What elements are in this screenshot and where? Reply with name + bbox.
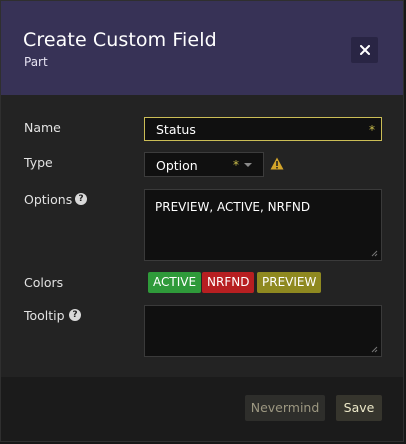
help-icon[interactable]: ? <box>69 309 81 321</box>
help-icon[interactable]: ? <box>75 193 87 205</box>
close-icon <box>359 45 370 55</box>
resize-handle-icon[interactable] <box>371 346 378 353</box>
name-value: Status <box>156 122 196 137</box>
colors-label: Colors <box>24 275 64 290</box>
chevron-down-icon <box>244 163 252 167</box>
tooltip-textarea[interactable] <box>144 305 382 357</box>
close-button[interactable] <box>351 37 378 63</box>
resize-handle-icon[interactable] <box>371 250 378 257</box>
name-required-mark: * <box>369 123 375 137</box>
type-select[interactable]: Option * <box>144 152 264 177</box>
dialog-header: Create Custom Field Part <box>1 1 403 95</box>
create-custom-field-dialog: Create Custom Field Part Name Status * T… <box>0 0 404 442</box>
tooltip-label: Tooltip <box>24 308 65 323</box>
color-badge-active[interactable]: ACTIVE <box>148 272 202 293</box>
warning-icon <box>270 157 284 170</box>
name-label: Name <box>24 120 61 135</box>
color-badge-nrfnd[interactable]: NRFND <box>202 272 255 293</box>
type-label: Type <box>24 155 53 170</box>
type-value: Option <box>156 158 198 173</box>
name-input[interactable]: Status * <box>144 117 382 141</box>
options-label: Options <box>24 192 73 207</box>
dialog-title: Create Custom Field <box>23 29 217 51</box>
save-button[interactable]: Save <box>336 395 382 421</box>
dialog-subtitle: Part <box>24 55 48 69</box>
options-textarea[interactable]: PREVIEW, ACTIVE, NRFND <box>144 189 382 261</box>
nevermind-button[interactable]: Nevermind <box>245 395 325 421</box>
color-badge-preview[interactable]: PREVIEW <box>257 272 322 293</box>
options-value: PREVIEW, ACTIVE, NRFND <box>155 200 311 214</box>
type-required-mark: * <box>233 158 239 172</box>
